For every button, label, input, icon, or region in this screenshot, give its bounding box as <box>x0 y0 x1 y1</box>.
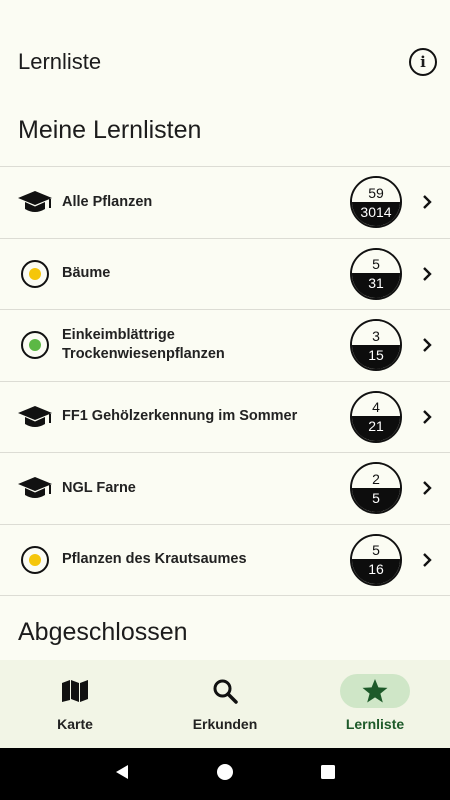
system-navigation-bar <box>0 748 450 800</box>
list-item[interactable]: Pflanzen des Krautsaumes 5 16 <box>0 525 450 596</box>
list-item[interactable]: Bäume 5 31 <box>0 239 450 310</box>
chevron-right-icon <box>412 266 442 282</box>
dot-icon <box>21 545 49 574</box>
yellow-dot <box>29 267 41 280</box>
progress-badge: 2 5 <box>350 462 402 515</box>
nav-item-karte[interactable]: Karte <box>0 660 150 748</box>
graduation-cap-icon <box>0 189 60 215</box>
progress-badge: 3 15 <box>350 319 402 372</box>
list-item-label: NGL Farne <box>62 479 136 496</box>
star-icon <box>340 674 410 708</box>
app-bar: Lernliste i <box>0 24 450 100</box>
nav-item-erkunden[interactable]: Erkunden <box>150 660 300 748</box>
list-item[interactable]: NGL Farne 2 5 <box>0 453 450 525</box>
badge-total-count: 16 <box>352 559 400 584</box>
badge-total-count: 15 <box>352 344 400 370</box>
section-title-my-lists: Meine Lernlisten <box>18 116 202 144</box>
badge-learned-count: 5 <box>352 535 400 560</box>
learning-lists: Alle Pflanzen 59 3014 Bäume 5 31 Einkeim… <box>0 166 450 596</box>
recents-icon[interactable] <box>319 763 337 786</box>
progress-badge: 5 31 <box>350 247 402 300</box>
list-item[interactable]: Alle Pflanzen 59 3014 <box>0 167 450 239</box>
progress-badge: 59 3014 <box>350 176 402 229</box>
bottom-navigation: Karte Erkunden Lernliste <box>0 660 450 748</box>
page-title: Lernliste <box>18 49 102 74</box>
back-icon[interactable] <box>113 763 131 786</box>
nav-label: Lernliste <box>345 716 405 732</box>
chevron-right-icon <box>412 552 442 568</box>
section-title-completed: Abgeschlossen <box>18 618 188 646</box>
badge-learned-count: 3 <box>352 321 400 345</box>
badge-total-count: 5 <box>352 487 400 513</box>
yellow-dot <box>29 553 41 566</box>
list-item[interactable]: Einkeimblättrige Trockenwiesenpflanzen 3… <box>0 310 450 382</box>
search-icon <box>190 674 260 708</box>
list-item[interactable]: FF1 Gehölzerkennung im Sommer 4 21 <box>0 382 450 453</box>
badge-total-count: 3014 <box>352 201 400 227</box>
graduation-cap-icon <box>0 475 60 501</box>
nav-item-lernliste[interactable]: Lernliste <box>300 660 450 748</box>
nav-label: Karte <box>57 716 93 732</box>
chevron-right-icon <box>412 194 442 210</box>
badge-total-count: 21 <box>352 416 400 441</box>
progress-badge: 4 21 <box>350 390 402 443</box>
dot-icon <box>21 331 49 360</box>
badge-learned-count: 2 <box>352 464 400 488</box>
chevron-right-icon <box>412 337 442 353</box>
list-item-label: Bäume <box>62 265 111 282</box>
graduation-cap-icon <box>0 404 60 430</box>
status-bar <box>0 0 450 24</box>
badge-learned-count: 59 <box>352 178 400 202</box>
list-item-label: FF1 Gehölzerkennung im Sommer <box>62 408 298 425</box>
map-icon <box>40 674 110 708</box>
home-icon[interactable] <box>216 763 234 786</box>
chevron-right-icon <box>412 480 442 496</box>
dot-icon <box>21 259 49 288</box>
progress-badge: 5 16 <box>350 533 402 586</box>
nav-label: Erkunden <box>192 716 258 732</box>
green-dot <box>29 339 41 352</box>
info-icon[interactable]: i <box>409 48 437 76</box>
badge-total-count: 31 <box>352 273 400 298</box>
badge-learned-count: 4 <box>352 392 400 417</box>
chevron-right-icon <box>412 409 442 425</box>
badge-learned-count: 5 <box>352 249 400 274</box>
list-item-label: Pflanzen des Krautsaumes <box>62 551 247 568</box>
list-item-label: Einkeimblättrige Trockenwiesenpflanzen <box>62 327 225 363</box>
list-item-label: Alle Pflanzen <box>62 193 153 210</box>
